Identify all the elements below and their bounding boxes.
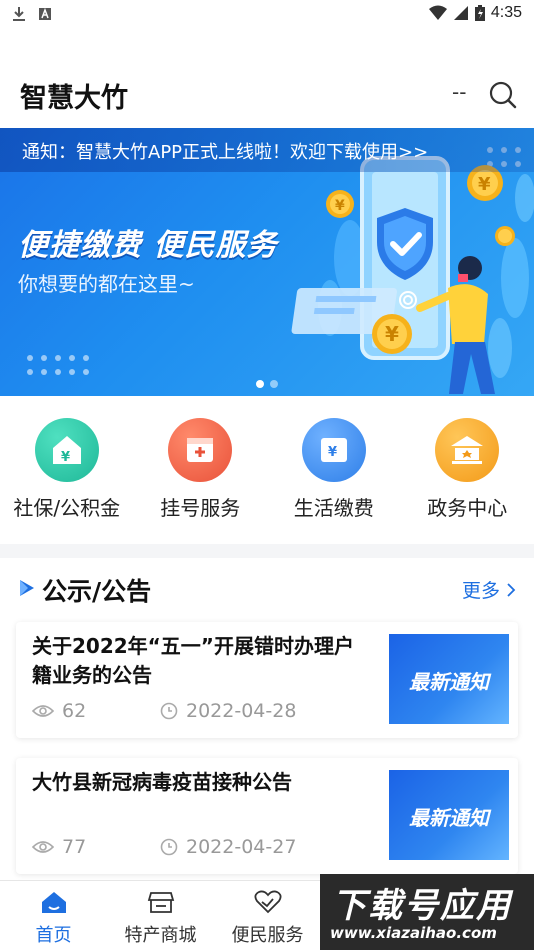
- chevron-right-icon: [507, 583, 516, 597]
- search-icon[interactable]: [488, 80, 518, 110]
- notice-marquee[interactable]: 通知：智慧大竹APP正式上线啦！欢迎下载使用>>: [0, 128, 534, 172]
- house-yuan-icon: ¥: [34, 418, 99, 482]
- nav-home[interactable]: 首页: [0, 881, 107, 950]
- view-count: 62: [62, 700, 87, 722]
- home-icon: [41, 892, 66, 913]
- coin-symbol-2: ¥: [478, 174, 491, 195]
- wifi-icon: [428, 5, 447, 20]
- battery-icon: [474, 5, 485, 21]
- view-count: 77: [62, 836, 87, 858]
- coin-symbol-3: ¥: [385, 322, 399, 346]
- nav-label: 首页: [35, 925, 72, 946]
- thumbnail-text: 最新通知: [409, 670, 489, 694]
- thumbnail-text: 最新通知: [409, 806, 489, 830]
- announcement-title: 大竹县新冠病毒疫苗接种公告: [32, 770, 292, 794]
- service-government-center[interactable]: 政务中心: [401, 396, 534, 544]
- carousel-indicator: [256, 380, 278, 388]
- heart-hand-icon: [254, 890, 281, 914]
- announcement-thumbnail: 最新通知: [389, 634, 509, 724]
- carousel-dot-active: [256, 380, 264, 388]
- more-link[interactable]: 更多: [462, 576, 516, 603]
- clock: 4:35: [490, 4, 522, 21]
- banner-subline: 你想要的都在这里~: [18, 272, 195, 296]
- service-label: 社保/公积金: [13, 496, 121, 520]
- publish-date: 2022-04-27: [186, 836, 297, 858]
- nav-label: 便民服务: [231, 925, 304, 946]
- store-icon: [147, 892, 174, 913]
- watermark-logo: 下载号应用 www.xiazaihao.com: [320, 874, 534, 950]
- announcement-meta: 62 2022-04-28: [32, 700, 296, 722]
- nav-specialty-mall[interactable]: 特产商城: [107, 881, 214, 950]
- announcement-card[interactable]: 关于2022年“五一”开展错时办理户籍业务的公告 62 2022-04-28 最…: [16, 622, 518, 738]
- location-placeholder[interactable]: --: [452, 80, 466, 104]
- notice-text: 通知：智慧大竹APP正式上线啦！欢迎下载使用>>: [22, 142, 429, 163]
- eye-icon: [32, 705, 54, 717]
- watermark-title: 下载号应用: [332, 886, 512, 926]
- banner-headline: 便捷缴费 便民服务: [18, 228, 278, 263]
- service-yuan-symbol: ¥: [61, 450, 70, 465]
- page-title: 智慧大竹: [20, 83, 128, 114]
- nav-convenience-services[interactable]: 便民服务: [214, 881, 321, 950]
- quick-services: ¥ 社保/公积金 挂号服务 ¥ 生活缴费 政务中心: [0, 396, 534, 544]
- notification-a-icon: [39, 7, 51, 20]
- announcement-title: 关于2022年“五一”开展错时办理户籍业务的公告: [32, 634, 354, 687]
- section-title: 公示/公告: [42, 577, 152, 606]
- eye-icon: [32, 841, 54, 853]
- service-utility-payment[interactable]: ¥ 生活缴费: [267, 396, 401, 544]
- clock-icon: [160, 838, 178, 856]
- service-registration[interactable]: 挂号服务: [134, 396, 268, 544]
- watermark-url: www.xiazaihao.com: [330, 924, 497, 942]
- government-building-icon: [435, 418, 500, 482]
- service-label: 政务中心: [427, 496, 508, 520]
- publish-date: 2022-04-28: [186, 700, 297, 722]
- more-label: 更多: [461, 580, 500, 602]
- clock-icon: [160, 702, 178, 720]
- download-icon: [13, 7, 25, 21]
- top-header: 智慧大竹 --: [0, 60, 534, 128]
- status-bar: 4:35: [0, 0, 534, 30]
- service-yuan-symbol: ¥: [328, 445, 337, 460]
- coin-symbol-1: ¥: [335, 198, 345, 214]
- carousel-dot: [270, 380, 278, 388]
- announcement-card[interactable]: 大竹县新冠病毒疫苗接种公告 77 2022-04-27 最新通知: [16, 758, 518, 874]
- section-divider: [0, 544, 534, 558]
- calendar-plus-icon: [168, 418, 233, 482]
- announcements-header: 公示/公告 更多: [0, 566, 534, 610]
- service-label: 生活缴费: [293, 496, 374, 520]
- service-label: 挂号服务: [160, 496, 241, 520]
- signal-icon: [453, 6, 468, 20]
- nav-label: 特产商城: [124, 925, 197, 946]
- service-social-security[interactable]: ¥ 社保/公积金: [0, 396, 134, 544]
- section-arrow-icon: [20, 580, 34, 596]
- promo-banner[interactable]: ¥ ¥ ¥ 通知：智慧大竹APP正式上线啦！欢迎下载使用>> 便捷缴费 便民服务…: [0, 128, 534, 396]
- announcement-meta: 77 2022-04-27: [32, 836, 296, 858]
- wallet-yuan-icon: ¥: [301, 418, 366, 482]
- announcement-thumbnail: 最新通知: [389, 770, 509, 860]
